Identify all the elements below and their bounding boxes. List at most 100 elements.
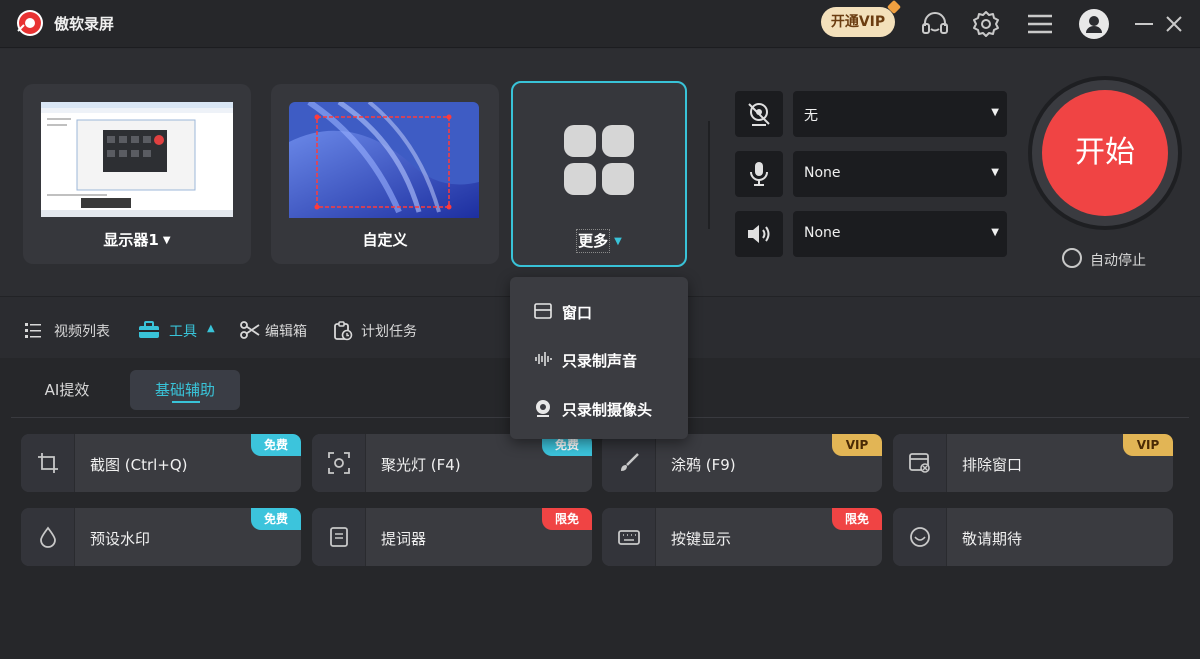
- app-title: 傲软录屏: [54, 15, 115, 33]
- menu-icon[interactable]: [1024, 8, 1056, 40]
- feature-label: 按键显示: [671, 530, 732, 548]
- window-icon: [534, 303, 552, 319]
- menu-item-label: 只录制声音: [562, 352, 638, 370]
- vip-label: 开通VIP: [830, 14, 886, 30]
- scissors-icon: [240, 321, 260, 339]
- dropdown-arrow-icon: ▼: [991, 227, 999, 238]
- feature-icon-box: [312, 508, 366, 566]
- open-vip-button[interactable]: 开通VIP: [821, 0, 902, 37]
- auto-stop-radio[interactable]: [1062, 248, 1082, 268]
- speaker-toggle[interactable]: [735, 211, 783, 257]
- custom-region-thumbnail: [289, 102, 479, 218]
- badge-limited-free: 限免: [542, 508, 592, 530]
- feature-label: 敬请期待: [962, 530, 1023, 548]
- spotlight-icon: [328, 452, 350, 474]
- source-card-display1[interactable]: 显示器1 ▼: [23, 84, 251, 264]
- speaker-select[interactable]: None ▼: [793, 211, 1007, 257]
- microphone-select-value: None: [804, 165, 841, 181]
- feature-label: 涂鸦 (F9): [671, 456, 736, 474]
- caret-down-icon[interactable]: ▼: [614, 236, 622, 247]
- minimize-icon[interactable]: [1128, 8, 1160, 40]
- badge-vip: VIP: [1123, 434, 1173, 456]
- feature-key-display[interactable]: 按键显示 限免: [602, 508, 882, 566]
- speaker-select-value: None: [804, 225, 841, 241]
- menu-item-label: 窗口: [562, 304, 593, 322]
- tab-scheduled-tasks-label: 计划任务: [361, 324, 417, 340]
- feature-label: 排除窗口: [962, 456, 1023, 474]
- caret-up-icon: ▲: [207, 323, 215, 334]
- feature-icon-box: [21, 434, 75, 492]
- tab-video-list[interactable]: 视频列表: [24, 320, 124, 340]
- feature-label: 预设水印: [90, 530, 151, 548]
- feature-icon-box: [893, 508, 947, 566]
- source-label-display1: 显示器1 ▼: [103, 231, 171, 249]
- watermark-drop-icon: [40, 526, 56, 548]
- exclude-window-icon: [909, 453, 930, 473]
- badge-vip: VIP: [832, 434, 882, 456]
- teleprompter-icon: [330, 527, 348, 547]
- tab-tools[interactable]: 工具 ▲: [138, 320, 228, 340]
- audio-wave-icon: [535, 352, 552, 366]
- headset-icon[interactable]: [919, 8, 951, 40]
- start-record-button[interactable]: 开始: [1042, 90, 1168, 216]
- feature-preset-watermark[interactable]: 预设水印 免费: [21, 508, 301, 566]
- feature-coming-soon[interactable]: 敬请期待: [893, 508, 1173, 566]
- feature-icon-box: [312, 434, 366, 492]
- menu-item-webcam-only[interactable]: 只录制摄像头: [510, 388, 688, 428]
- tab-video-list-label: 视频列表: [54, 324, 110, 340]
- close-icon[interactable]: [1158, 8, 1190, 40]
- keyboard-icon: [618, 530, 640, 545]
- recording-setup-panel: 显示器1 ▼ 自定义 更多 ▼ 无 ▼ None ▼ None ▼ 开始 自动停…: [0, 49, 1200, 297]
- camera-select-value: 无: [804, 108, 818, 124]
- smile-icon: [910, 527, 930, 547]
- settings-gear-icon[interactable]: [970, 8, 1002, 40]
- more-dropdown-menu: 窗口 只录制声音 只录制摄像头: [510, 277, 688, 439]
- display-thumbnail: [41, 102, 233, 217]
- badge-free: 免费: [251, 434, 301, 456]
- auto-stop-label: 自动停止: [1090, 253, 1146, 269]
- feature-label: 截图 (Ctrl+Q): [90, 456, 188, 474]
- feature-icon-box: [602, 508, 656, 566]
- list-icon: [25, 323, 41, 338]
- source-card-custom[interactable]: 自定义: [271, 84, 499, 264]
- camera-toggle[interactable]: [735, 91, 783, 137]
- microphone-select[interactable]: None ▼: [793, 151, 1007, 197]
- feature-label: 提词器: [381, 530, 427, 548]
- feature-icon-box: [21, 508, 75, 566]
- app-logo-icon: [17, 10, 43, 36]
- schedule-icon: [334, 321, 353, 341]
- subtab-basic-assist[interactable]: 基础辅助: [130, 370, 240, 410]
- menu-item-window[interactable]: 窗口: [510, 291, 688, 331]
- microphone-toggle[interactable]: [735, 151, 783, 197]
- divider: [708, 121, 710, 229]
- feature-spotlight[interactable]: 聚光灯 (F4) 免费: [312, 434, 592, 492]
- feature-icon-box: [602, 434, 656, 492]
- more-grid-icon: [564, 125, 634, 195]
- diamond-icon: [886, 0, 902, 15]
- camera-select[interactable]: 无 ▼: [793, 91, 1007, 137]
- source-label-custom: 自定义: [362, 231, 408, 249]
- microphone-icon: [750, 162, 768, 186]
- feature-label: 聚光灯 (F4): [381, 456, 461, 474]
- subtab-ai-efficiency[interactable]: AI提效: [22, 370, 112, 410]
- tab-tools-label: 工具: [169, 324, 197, 340]
- badge-limited-free: 限免: [832, 508, 882, 530]
- title-bar: 傲软录屏 开通VIP: [0, 0, 1200, 48]
- source-card-more[interactable]: 更多 ▼: [511, 81, 687, 267]
- user-avatar-icon[interactable]: [1078, 8, 1110, 40]
- feature-exclude-window[interactable]: 排除窗口 VIP: [893, 434, 1173, 492]
- app-window: 傲软录屏 开通VIP 显示器1 ▼ 自定义 更多 ▼ 无 ▼ None ▼ No…: [0, 0, 1200, 659]
- menu-item-label: 只录制摄像头: [562, 401, 653, 419]
- tab-scheduled-tasks[interactable]: 计划任务: [333, 320, 428, 341]
- feature-screenshot[interactable]: 截图 (Ctrl+Q) 免费: [21, 434, 301, 492]
- webcam-icon: [536, 400, 550, 417]
- dropdown-arrow-icon: ▼: [991, 167, 999, 178]
- feature-teleprompter[interactable]: 提词器 限免: [312, 508, 592, 566]
- caret-down-icon[interactable]: ▼: [163, 235, 171, 246]
- toolbox-icon: [139, 321, 159, 338]
- tab-edit-box[interactable]: 编辑箱: [240, 320, 320, 340]
- camera-off-icon: [748, 103, 770, 126]
- feature-doodle[interactable]: 涂鸦 (F9) VIP: [602, 434, 882, 492]
- subtab-basic-assist-label: 基础辅助: [154, 381, 215, 399]
- menu-item-audio-only[interactable]: 只录制声音: [510, 339, 688, 379]
